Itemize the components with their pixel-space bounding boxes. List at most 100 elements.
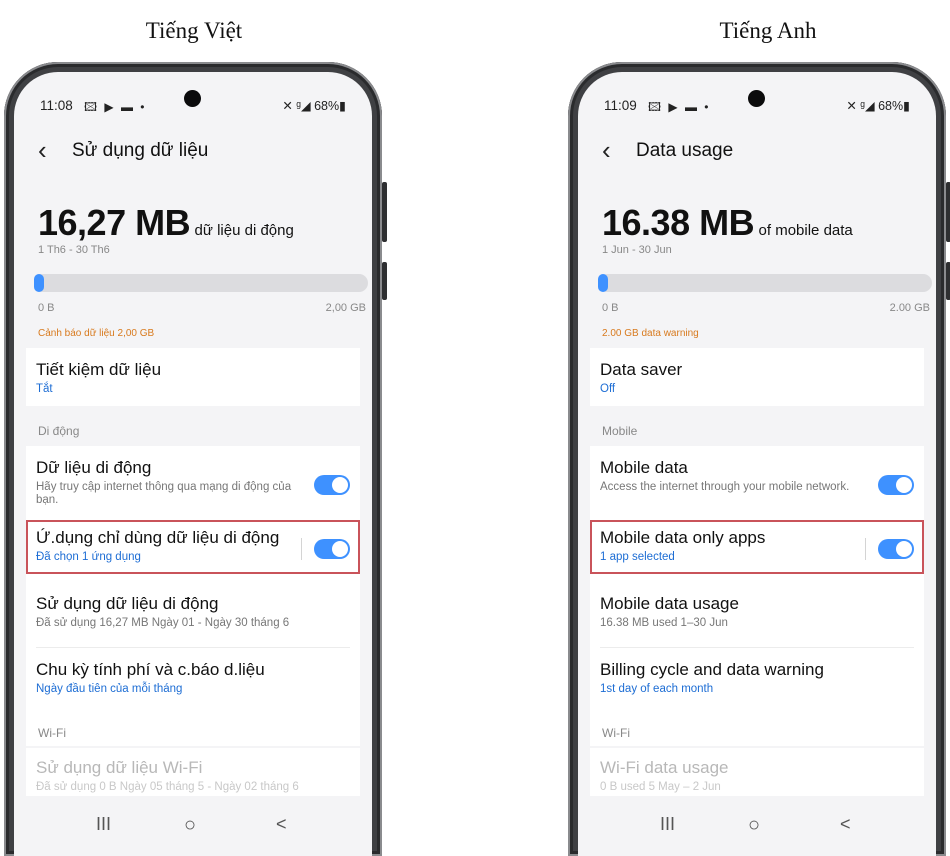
toggle-knob <box>332 541 348 557</box>
mobile-usage-row[interactable]: Sử dụng dữ liệu di động Đã sử dụng 16,27… <box>36 594 350 630</box>
status-time: 11:08 <box>40 98 73 113</box>
mobile-only-apps-toggle[interactable] <box>878 539 914 559</box>
recent-apps-icon[interactable]: III <box>660 814 675 835</box>
caption-english: Tiếng Anh <box>719 18 817 43</box>
volume-button <box>382 182 387 242</box>
screen-vietnamese: 11:08 🖾 ▶ ▬ • ✕ ᵍ◢ 68%▮ ‹ Sử dụng dữ liệ… <box>14 72 372 856</box>
wifi-usage-row[interactable]: Wi-Fi data usage 0 B used 5 May – 2 Jun <box>600 758 914 794</box>
section-mobile: Mobile <box>602 424 638 438</box>
usage-range: 1 Jun - 30 Jun <box>602 244 672 256</box>
usage-amount: 16.38 MB <box>602 202 755 243</box>
mobile-data-desc: Hãy truy cập internet thông qua mạng di … <box>36 481 292 506</box>
billing-row[interactable]: Chu kỳ tính phí và c.báo d.liệu Ngày đầu… <box>36 660 350 696</box>
volume-button <box>946 182 950 242</box>
mobile-only-apps-value: Đã chọn 1 ứng dụng <box>36 551 141 563</box>
mobile-data-toggle[interactable] <box>314 475 350 495</box>
billing-value: 1st day of each month <box>600 683 714 695</box>
navigation-bar: III ○ < <box>14 796 372 856</box>
toggle-divider <box>865 538 866 560</box>
recent-apps-icon[interactable]: III <box>96 814 111 835</box>
toggle-knob <box>896 477 912 493</box>
back-arrow-icon[interactable]: ‹ <box>602 136 611 164</box>
mobile-usage-desc: Đã sử dụng 16,27 MB Ngày 01 - Ngày 30 th… <box>36 617 290 629</box>
phone-english: 11:09 🖾 ▶ ▬ • ✕ ᵍ◢ 68%▮ ‹ Data usage 16.… <box>568 62 950 856</box>
bar-min-label: 0 B <box>602 302 619 314</box>
data-saver-title: Data saver <box>600 360 683 379</box>
usage-summary: 16,27 MB dữ liệu di động <box>38 202 352 244</box>
usage-progress-fill <box>34 274 45 292</box>
wifi-usage-title: Wi-Fi data usage <box>600 758 729 777</box>
mobile-only-apps-title: Mobile data only apps <box>600 528 766 547</box>
power-button <box>382 262 387 300</box>
toggle-knob <box>332 477 348 493</box>
mobile-usage-title: Mobile data usage <box>600 594 739 613</box>
page-title: Sử dụng dữ liệu <box>72 140 209 161</box>
section-wifi: Wi-Fi <box>38 726 66 740</box>
bar-max-label: 2,00 GB <box>325 302 366 314</box>
mobile-data-toggle[interactable] <box>878 475 914 495</box>
caption-vietnamese: Tiếng Việt <box>145 18 243 43</box>
battery-icon: ✕ ᵍ◢ 68%▮ <box>282 99 346 113</box>
data-warning-label: 2.00 GB data warning <box>602 328 699 339</box>
billing-row[interactable]: Billing cycle and data warning 1st day o… <box>600 660 914 696</box>
usage-range: 1 Th6 - 30 Th6 <box>38 244 110 256</box>
back-icon[interactable]: < <box>276 814 287 835</box>
mobile-data-title: Dữ liệu di động <box>36 458 152 477</box>
app-bar: ‹ Data usage <box>600 134 914 170</box>
bar-max-label: 2.00 GB <box>889 302 930 314</box>
notification-icons: 🖾 ▶ ▬ • <box>84 100 147 114</box>
mobile-data-title: Mobile data <box>600 458 688 477</box>
data-saver-title: Tiết kiệm dữ liệu <box>36 360 162 379</box>
usage-progress-bar <box>598 274 932 292</box>
front-camera-icon <box>184 90 201 107</box>
back-icon[interactable]: < <box>840 814 851 835</box>
divider <box>600 647 914 648</box>
toggle-knob <box>896 541 912 557</box>
data-warning-label: Cảnh báo dữ liệu 2,00 GB <box>38 328 155 339</box>
data-saver-value: Off <box>600 383 616 395</box>
navigation-bar: III ○ < <box>578 796 936 856</box>
mobile-only-apps-title: Ứ.dụng chỉ dùng dữ liệu di động <box>36 528 280 547</box>
mobile-data-row[interactable]: Mobile data Access the internet through … <box>600 458 856 494</box>
wifi-usage-desc: Đã sử dụng 0 B Ngày 05 tháng 5 - Ngày 02… <box>36 781 299 793</box>
data-saver-value: Tắt <box>36 383 53 395</box>
mobile-data-desc: Access the internet through your mobile … <box>600 481 850 493</box>
mobile-usage-row[interactable]: Mobile data usage 16.38 MB used 1–30 Jun <box>600 594 914 630</box>
notification-icons: 🖾 ▶ ▬ • <box>648 100 711 114</box>
power-button <box>946 262 950 300</box>
mobile-usage-title: Sử dụng dữ liệu di động <box>36 594 219 613</box>
data-saver-row[interactable]: Data saver Off <box>600 360 914 396</box>
billing-title: Chu kỳ tính phí và c.báo d.liệu <box>36 660 265 679</box>
wifi-usage-row[interactable]: Sử dụng dữ liệu Wi-Fi Đã sử dụng 0 B Ngà… <box>36 758 350 794</box>
mobile-usage-desc: 16.38 MB used 1–30 Jun <box>600 617 728 629</box>
usage-unit: of mobile data <box>758 222 853 239</box>
toggle-divider <box>301 538 302 560</box>
usage-progress-bar <box>34 274 368 292</box>
home-icon[interactable]: ○ <box>748 814 760 837</box>
screen-english: 11:09 🖾 ▶ ▬ • ✕ ᵍ◢ 68%▮ ‹ Data usage 16.… <box>578 72 936 856</box>
billing-value: Ngày đầu tiên của mỗi tháng <box>36 683 183 695</box>
mobile-data-row[interactable]: Dữ liệu di động Hãy truy cập internet th… <box>36 458 292 507</box>
phone-vietnamese: 11:08 🖾 ▶ ▬ • ✕ ᵍ◢ 68%▮ ‹ Sử dụng dữ liệ… <box>4 62 387 856</box>
back-arrow-icon[interactable]: ‹ <box>38 136 47 164</box>
section-mobile: Di động <box>38 424 80 438</box>
divider <box>36 647 350 648</box>
section-wifi: Wi-Fi <box>602 726 630 740</box>
bar-min-label: 0 B <box>38 302 55 314</box>
mobile-only-apps-row[interactable]: Mobile data only apps 1 app selected <box>600 528 856 564</box>
data-saver-row[interactable]: Tiết kiệm dữ liệu Tắt <box>36 360 350 396</box>
wifi-usage-desc: 0 B used 5 May – 2 Jun <box>600 781 721 793</box>
status-time: 11:09 <box>604 98 637 113</box>
front-camera-icon <box>748 90 765 107</box>
app-bar: ‹ Sử dụng dữ liệu <box>36 134 350 170</box>
battery-icon: ✕ ᵍ◢ 68%▮ <box>846 99 910 113</box>
billing-title: Billing cycle and data warning <box>600 660 824 679</box>
usage-progress-fill <box>598 274 609 292</box>
home-icon[interactable]: ○ <box>184 814 196 837</box>
mobile-only-apps-value: 1 app selected <box>600 551 675 563</box>
mobile-only-apps-row[interactable]: Ứ.dụng chỉ dùng dữ liệu di động Đã chọn … <box>36 528 292 564</box>
usage-amount: 16,27 MB <box>38 202 191 243</box>
usage-unit: dữ liệu di động <box>194 222 294 239</box>
mobile-only-apps-toggle[interactable] <box>314 539 350 559</box>
usage-summary: 16.38 MB of mobile data <box>602 202 916 244</box>
